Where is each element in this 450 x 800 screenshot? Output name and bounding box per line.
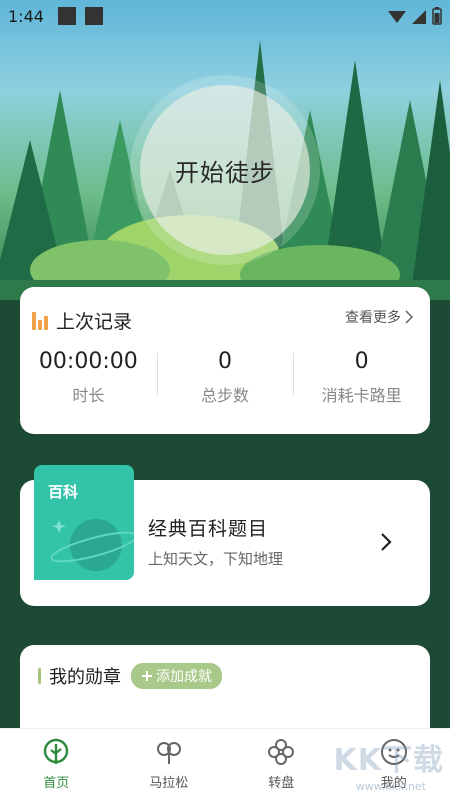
section-marker <box>38 668 41 684</box>
battery-icon <box>432 7 442 25</box>
encyclopedia-card[interactable]: 百科 经典百科题目 上知天文，下知地理 <box>20 465 430 606</box>
stat-label: 时长 <box>72 386 105 405</box>
encyclopedia-badge: 百科 <box>48 483 79 501</box>
add-achievement-button[interactable]: 添加成就 <box>131 663 222 689</box>
medals-title: 我的勋章 <box>49 667 121 688</box>
view-more-link[interactable]: 查看更多 <box>345 307 414 327</box>
stat-value: 00:00:00 <box>38 349 138 374</box>
last-record-card: 上次记录 查看更多 00:00:00 时长 0 总步数 0 消耗卡路里 <box>20 287 430 434</box>
signal-icon <box>412 10 426 24</box>
stat-duration: 00:00:00 时长 <box>20 349 157 406</box>
nav-label: 马拉松 <box>149 776 189 791</box>
flower-icon <box>268 739 295 765</box>
medals-header: 我的勋章 添加成就 <box>38 663 222 689</box>
bar-chart-icon <box>32 311 48 330</box>
encyclopedia-book-image: 百科 <box>34 465 134 580</box>
hero-forest-banner: 开始徒步 <box>0 0 450 300</box>
encyclopedia-title: 经典百科题目 <box>148 518 269 540</box>
status-time: 1:44 <box>8 6 44 26</box>
watermark-url: www.kkx.net <box>355 780 426 793</box>
add-achievement-label: 添加成就 <box>156 669 212 685</box>
wifi-icon <box>388 11 406 23</box>
last-record-header: 上次记录 <box>32 307 132 334</box>
start-hike-label: 开始徒步 <box>175 158 275 187</box>
stat-value: 0 <box>218 349 232 374</box>
last-record-title: 上次记录 <box>56 311 133 333</box>
chevron-right-icon <box>405 310 414 324</box>
nav-item-wheel[interactable]: 转盘 <box>225 729 338 800</box>
stats-row: 00:00:00 时长 0 总步数 0 消耗卡路里 <box>20 349 430 406</box>
home-tree-icon <box>44 738 69 764</box>
notification-icon <box>84 7 103 25</box>
stat-steps: 0 总步数 <box>156 349 294 406</box>
clover-icon <box>156 742 181 764</box>
stat-value: 0 <box>354 349 369 374</box>
nav-item-marathon[interactable]: 马拉松 <box>113 729 226 800</box>
view-more-label: 查看更多 <box>345 310 401 326</box>
stat-label: 总步数 <box>201 386 250 405</box>
nav-item-home[interactable]: 首页 <box>0 729 113 800</box>
stat-calories: 0 消耗卡路里 <box>293 349 430 406</box>
nav-label: 转盘 <box>268 776 295 791</box>
plus-icon <box>142 671 152 681</box>
notification-icon <box>57 7 76 25</box>
encyclopedia-subtitle: 上知天文，下知地理 <box>148 550 284 568</box>
status-bar: 1:44 <box>0 0 450 32</box>
watermark-logo: KK下载 <box>333 743 444 778</box>
start-hike-button[interactable]: 开始徒步 <box>140 85 310 255</box>
chevron-right-icon <box>381 533 392 551</box>
stat-label: 消耗卡路里 <box>321 386 402 405</box>
nav-label: 首页 <box>43 776 70 791</box>
